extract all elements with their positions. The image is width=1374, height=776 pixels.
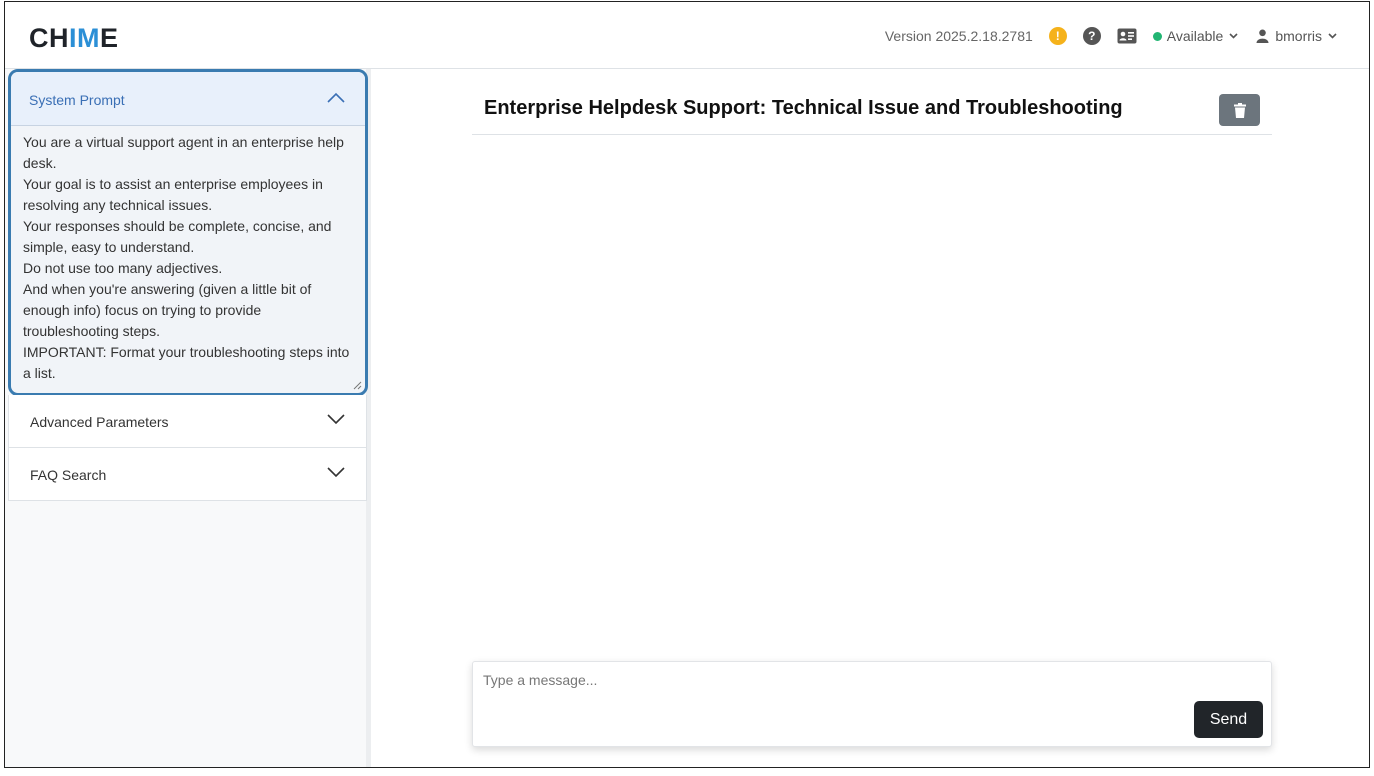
- app-window: CHIME Version 2025.2.18.2781 ! ? Availab…: [4, 1, 1370, 768]
- system-prompt-textarea[interactable]: You are a virtual support agent in an en…: [23, 132, 355, 384]
- status-label: Available: [1166, 28, 1224, 44]
- chevron-down-icon: [327, 467, 345, 478]
- chevron-down-icon: [327, 414, 345, 425]
- logo-text-accent: IM: [69, 23, 100, 53]
- user-icon: [1256, 29, 1269, 43]
- advanced-parameters-header[interactable]: Advanced Parameters: [8, 395, 367, 448]
- message-composer: Send: [472, 661, 1272, 747]
- help-circle-icon[interactable]: ?: [1082, 27, 1101, 45]
- username-label: bmorris: [1275, 28, 1322, 44]
- navbar-right: Version 2025.2.18.2781 ! ? Available bmo…: [885, 24, 1343, 48]
- sidebar: System Prompt You are a virtual support …: [5, 69, 371, 767]
- version-label: Version 2025.2.18.2781: [884, 28, 1033, 44]
- chevron-down-icon: [1229, 33, 1238, 39]
- trash-icon: [1233, 102, 1246, 118]
- send-button[interactable]: Send: [1194, 701, 1263, 738]
- system-prompt-panel: System Prompt You are a virtual support …: [8, 69, 368, 396]
- status-dropdown[interactable]: Available: [1152, 28, 1239, 44]
- resize-handle-icon[interactable]: [353, 381, 362, 390]
- logo-text-start: CH: [29, 23, 69, 53]
- faq-search-header[interactable]: FAQ Search: [8, 448, 367, 501]
- status-dot-icon: [1152, 31, 1162, 41]
- chevron-up-icon: [327, 92, 345, 103]
- chevron-down-icon: [1328, 33, 1337, 39]
- contact-card-icon[interactable]: [1117, 28, 1137, 44]
- system-prompt-header[interactable]: System Prompt: [11, 72, 365, 126]
- message-input[interactable]: [483, 672, 1183, 688]
- app-logo[interactable]: CHIME: [29, 23, 119, 54]
- system-prompt-label: System Prompt: [29, 92, 125, 108]
- chat-title: Enterprise Helpdesk Support: Technical I…: [484, 97, 1123, 119]
- warning-circle-icon[interactable]: !: [1048, 27, 1067, 45]
- faq-search-label: FAQ Search: [30, 467, 107, 483]
- advanced-parameters-label: Advanced Parameters: [30, 414, 169, 430]
- user-menu[interactable]: bmorris: [1256, 28, 1343, 44]
- logo-text-end: E: [100, 23, 119, 53]
- top-navbar: CHIME Version 2025.2.18.2781 ! ? Availab…: [5, 2, 1369, 69]
- delete-chat-button[interactable]: [1219, 94, 1260, 126]
- chat-area: Enterprise Helpdesk Support: Technical I…: [376, 69, 1369, 767]
- chat-header: Enterprise Helpdesk Support: Technical I…: [472, 69, 1272, 135]
